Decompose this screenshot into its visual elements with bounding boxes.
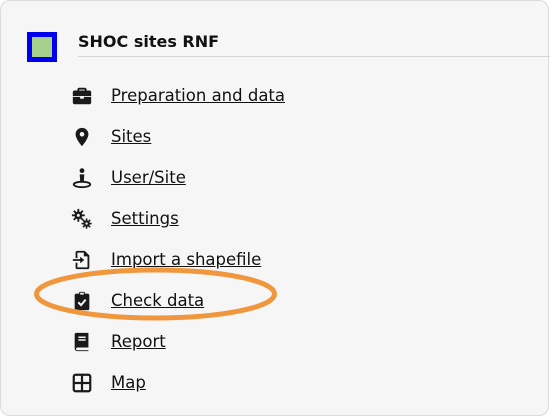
- menu-item-check-data[interactable]: Check data: [71, 280, 285, 321]
- menu-link-preparation-and-data[interactable]: Preparation and data: [111, 86, 285, 105]
- site-menu-panel: SHOC sites RNF Preparation and data Site…: [0, 0, 550, 416]
- panel-title: SHOC sites RNF: [78, 32, 220, 51]
- menu-list: Preparation and data Sites User/Site Set…: [71, 75, 285, 403]
- menu-link-check-data[interactable]: Check data: [111, 291, 204, 310]
- panel-header: SHOC sites RNF: [27, 32, 550, 62]
- file-import-icon: [71, 249, 93, 271]
- menu-item-settings[interactable]: Settings: [71, 198, 285, 239]
- user-location-icon: [71, 167, 93, 189]
- menu-item-user-site[interactable]: User/Site: [71, 157, 285, 198]
- grid-map-icon: [71, 372, 93, 394]
- site-color-icon: [27, 32, 57, 62]
- menu-link-report[interactable]: Report: [111, 332, 166, 351]
- book-icon: [71, 331, 93, 353]
- menu-item-import-shapefile[interactable]: Import a shapefile: [71, 239, 285, 280]
- gears-icon: [71, 208, 93, 230]
- briefcase-icon: [71, 85, 93, 107]
- clipboard-check-icon: [71, 290, 93, 312]
- menu-link-user-site[interactable]: User/Site: [111, 168, 186, 187]
- header-divider: [78, 56, 550, 57]
- map-pin-icon: [71, 126, 93, 148]
- menu-link-map[interactable]: Map: [111, 373, 146, 392]
- menu-link-sites[interactable]: Sites: [111, 127, 151, 146]
- site-color-swatch: [32, 37, 52, 57]
- menu-item-report[interactable]: Report: [71, 321, 285, 362]
- menu-link-import-shapefile[interactable]: Import a shapefile: [111, 250, 261, 269]
- menu-item-preparation-and-data[interactable]: Preparation and data: [71, 75, 285, 116]
- menu-link-settings[interactable]: Settings: [111, 209, 179, 228]
- menu-item-map[interactable]: Map: [71, 362, 285, 403]
- menu-item-sites[interactable]: Sites: [71, 116, 285, 157]
